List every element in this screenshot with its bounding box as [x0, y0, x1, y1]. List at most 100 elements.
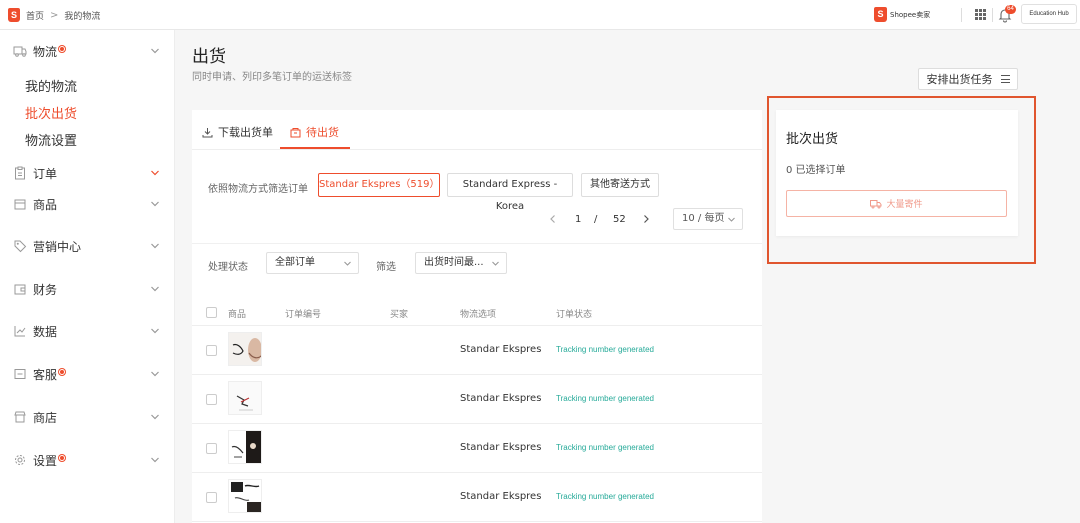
table-row[interactable]: Standar Ekspres Tracking number generate… — [192, 473, 762, 522]
sidebar-item-finance[interactable]: 财务 — [0, 276, 175, 302]
select-all-checkbox[interactable] — [206, 307, 217, 318]
sidebar-item-label: 数据 — [33, 324, 58, 339]
product-thumbnail[interactable] — [228, 332, 262, 366]
tab-pending-shipment[interactable]: 待出货 — [290, 124, 339, 140]
sidebar-item-orders[interactable]: 订单 — [0, 160, 175, 186]
sidebar-item-label: 营销中心 — [33, 239, 82, 254]
chevron-down-icon[interactable] — [149, 283, 161, 295]
column-header-buyer: 买家 — [390, 310, 409, 320]
sidebar-item-shop[interactable]: 商店 — [0, 404, 175, 430]
chevron-up-icon[interactable] — [149, 45, 161, 57]
sort-select[interactable]: 出货时间最... — [415, 252, 507, 274]
apps-grid-icon[interactable] — [975, 9, 986, 20]
filter-by-channel-label: 依照物流方式筛选订单 — [208, 184, 308, 195]
arrange-shipment-task-button[interactable]: 安排出货任务 — [918, 68, 1018, 90]
channel-filter-standar-ekspres[interactable]: Standar Ekspres（519） — [318, 173, 440, 197]
shipping-option: Standar Ekspres — [460, 491, 542, 502]
clipboard-icon — [15, 166, 25, 180]
sidebar-item-label: 设置 — [33, 452, 66, 469]
status-select-value: 全部订单 — [275, 257, 315, 268]
orders-table-header: 商品 订单编号 买家 物流选项 订单状态 — [192, 298, 762, 326]
chevron-down-icon[interactable] — [149, 240, 161, 252]
chevron-down-icon[interactable] — [149, 454, 161, 466]
product-thumbnail[interactable] — [228, 479, 262, 513]
sidebar-item-settings[interactable]: 设置 — [0, 447, 175, 473]
page-size-select[interactable]: 10 / 每页 — [673, 208, 743, 230]
row-checkbox[interactable] — [206, 443, 217, 454]
table-row[interactable]: Standar Ekspres Tracking number generate… — [192, 375, 762, 424]
shipping-option: Standar Ekspres — [460, 393, 542, 404]
channel-filter-other[interactable]: 其他寄送方式 — [581, 173, 659, 197]
sidebar-item-data[interactable]: 数据 — [0, 318, 175, 344]
sidebar-item-label: 商品 — [33, 197, 58, 212]
row-checkbox[interactable] — [206, 345, 217, 356]
arrange-button-label: 安排出货任务 — [926, 73, 993, 86]
seller-center-label: Shopee卖家 — [890, 10, 931, 19]
status-select[interactable]: 全部订单 — [266, 252, 359, 274]
account-button[interactable]: Education Hub — [1021, 4, 1077, 24]
chat-box-icon — [14, 369, 26, 379]
tab-bar: 下载出货单 待出货 — [192, 110, 762, 150]
column-header-product: 商品 — [228, 310, 247, 320]
chevron-down-icon[interactable] — [149, 198, 161, 210]
chevron-down-icon[interactable] — [149, 167, 161, 179]
chevron-right-icon[interactable] — [641, 213, 651, 225]
chevron-down-icon — [344, 261, 351, 266]
order-status: Tracking number generated — [556, 492, 654, 501]
tab-label: 下载出货单 — [218, 126, 273, 139]
store-icon — [14, 411, 26, 423]
row-checkbox[interactable] — [206, 394, 217, 405]
status-filter-label: 处理状态 — [208, 262, 248, 273]
download-icon — [202, 127, 213, 137]
chevron-down-icon[interactable] — [149, 411, 161, 423]
page-size-value: 10 / 每页 — [682, 213, 725, 224]
page-title: 出货 — [192, 47, 226, 67]
sidebar-item-products[interactable]: 商品 — [0, 191, 175, 217]
sidebar-subitem-logistics-settings[interactable]: 物流设置 — [25, 130, 77, 149]
divider — [961, 8, 962, 22]
chevron-down-icon[interactable] — [149, 368, 161, 380]
sidebar-subitem-batch-shipping[interactable]: 批次出货 — [25, 103, 77, 122]
top-bar: S 首页 > 我的物流 S Shopee卖家 64 Education Hub — [0, 0, 1080, 30]
table-row[interactable]: Standar Ekspres Tracking number generate… — [192, 424, 762, 473]
breadcrumb-current: 我的物流 — [64, 11, 101, 22]
chevron-left-icon[interactable] — [548, 213, 558, 225]
sidebar-item-label: 客服 — [33, 366, 66, 383]
sidebar-subitem-my-logistics[interactable]: 我的物流 — [25, 76, 77, 95]
sidebar-item-customer-service[interactable]: 客服 — [0, 361, 175, 387]
truck-icon — [13, 46, 27, 57]
order-status: Tracking number generated — [556, 394, 654, 403]
sort-filter-label: 筛选 — [376, 262, 396, 273]
row-checkbox[interactable] — [206, 492, 217, 503]
red-dot-indicator — [59, 454, 66, 461]
shopee-bag-icon: S — [874, 7, 887, 22]
channel-filter-standard-express-korea[interactable]: Standard Express - Korea — [447, 173, 573, 212]
product-thumbnail[interactable] — [228, 430, 262, 464]
shipping-option: Standar Ekspres — [460, 442, 542, 453]
tab-download-shipping-list[interactable]: 下载出货单 — [202, 124, 273, 140]
column-header-shipping-option: 物流选项 — [460, 310, 497, 320]
column-header-order-id: 订单编号 — [285, 310, 322, 320]
divider — [992, 8, 993, 22]
red-dot-indicator — [59, 45, 66, 52]
table-row[interactable]: Standar Ekspres Tracking number generate… — [192, 326, 762, 375]
column-header-order-status: 订单状态 — [556, 310, 593, 320]
order-status: Tracking number generated — [556, 345, 654, 354]
chevron-down-icon — [492, 261, 499, 266]
active-tab-indicator — [280, 147, 350, 149]
seller-center-brand[interactable]: S Shopee卖家 — [874, 7, 930, 22]
chevron-down-icon[interactable] — [149, 325, 161, 337]
product-thumbnail[interactable] — [228, 381, 262, 415]
tab-label: 待出货 — [306, 126, 339, 139]
sidebar-item-label: 商店 — [33, 410, 58, 425]
breadcrumb-home-link[interactable]: 首页 — [26, 9, 44, 22]
shopee-logo-icon[interactable]: S — [8, 8, 20, 22]
sidebar-item-marketing[interactable]: 营销中心 — [0, 233, 175, 259]
breadcrumb-separator: > — [50, 9, 59, 21]
gear-icon — [15, 455, 25, 465]
sidebar-item-logistics[interactable]: 物流 — [0, 38, 175, 64]
red-dot-indicator — [59, 368, 66, 375]
pagination-slash: / — [594, 213, 598, 225]
order-status: Tracking number generated — [556, 443, 654, 452]
pagination-current: 1 — [575, 213, 582, 225]
